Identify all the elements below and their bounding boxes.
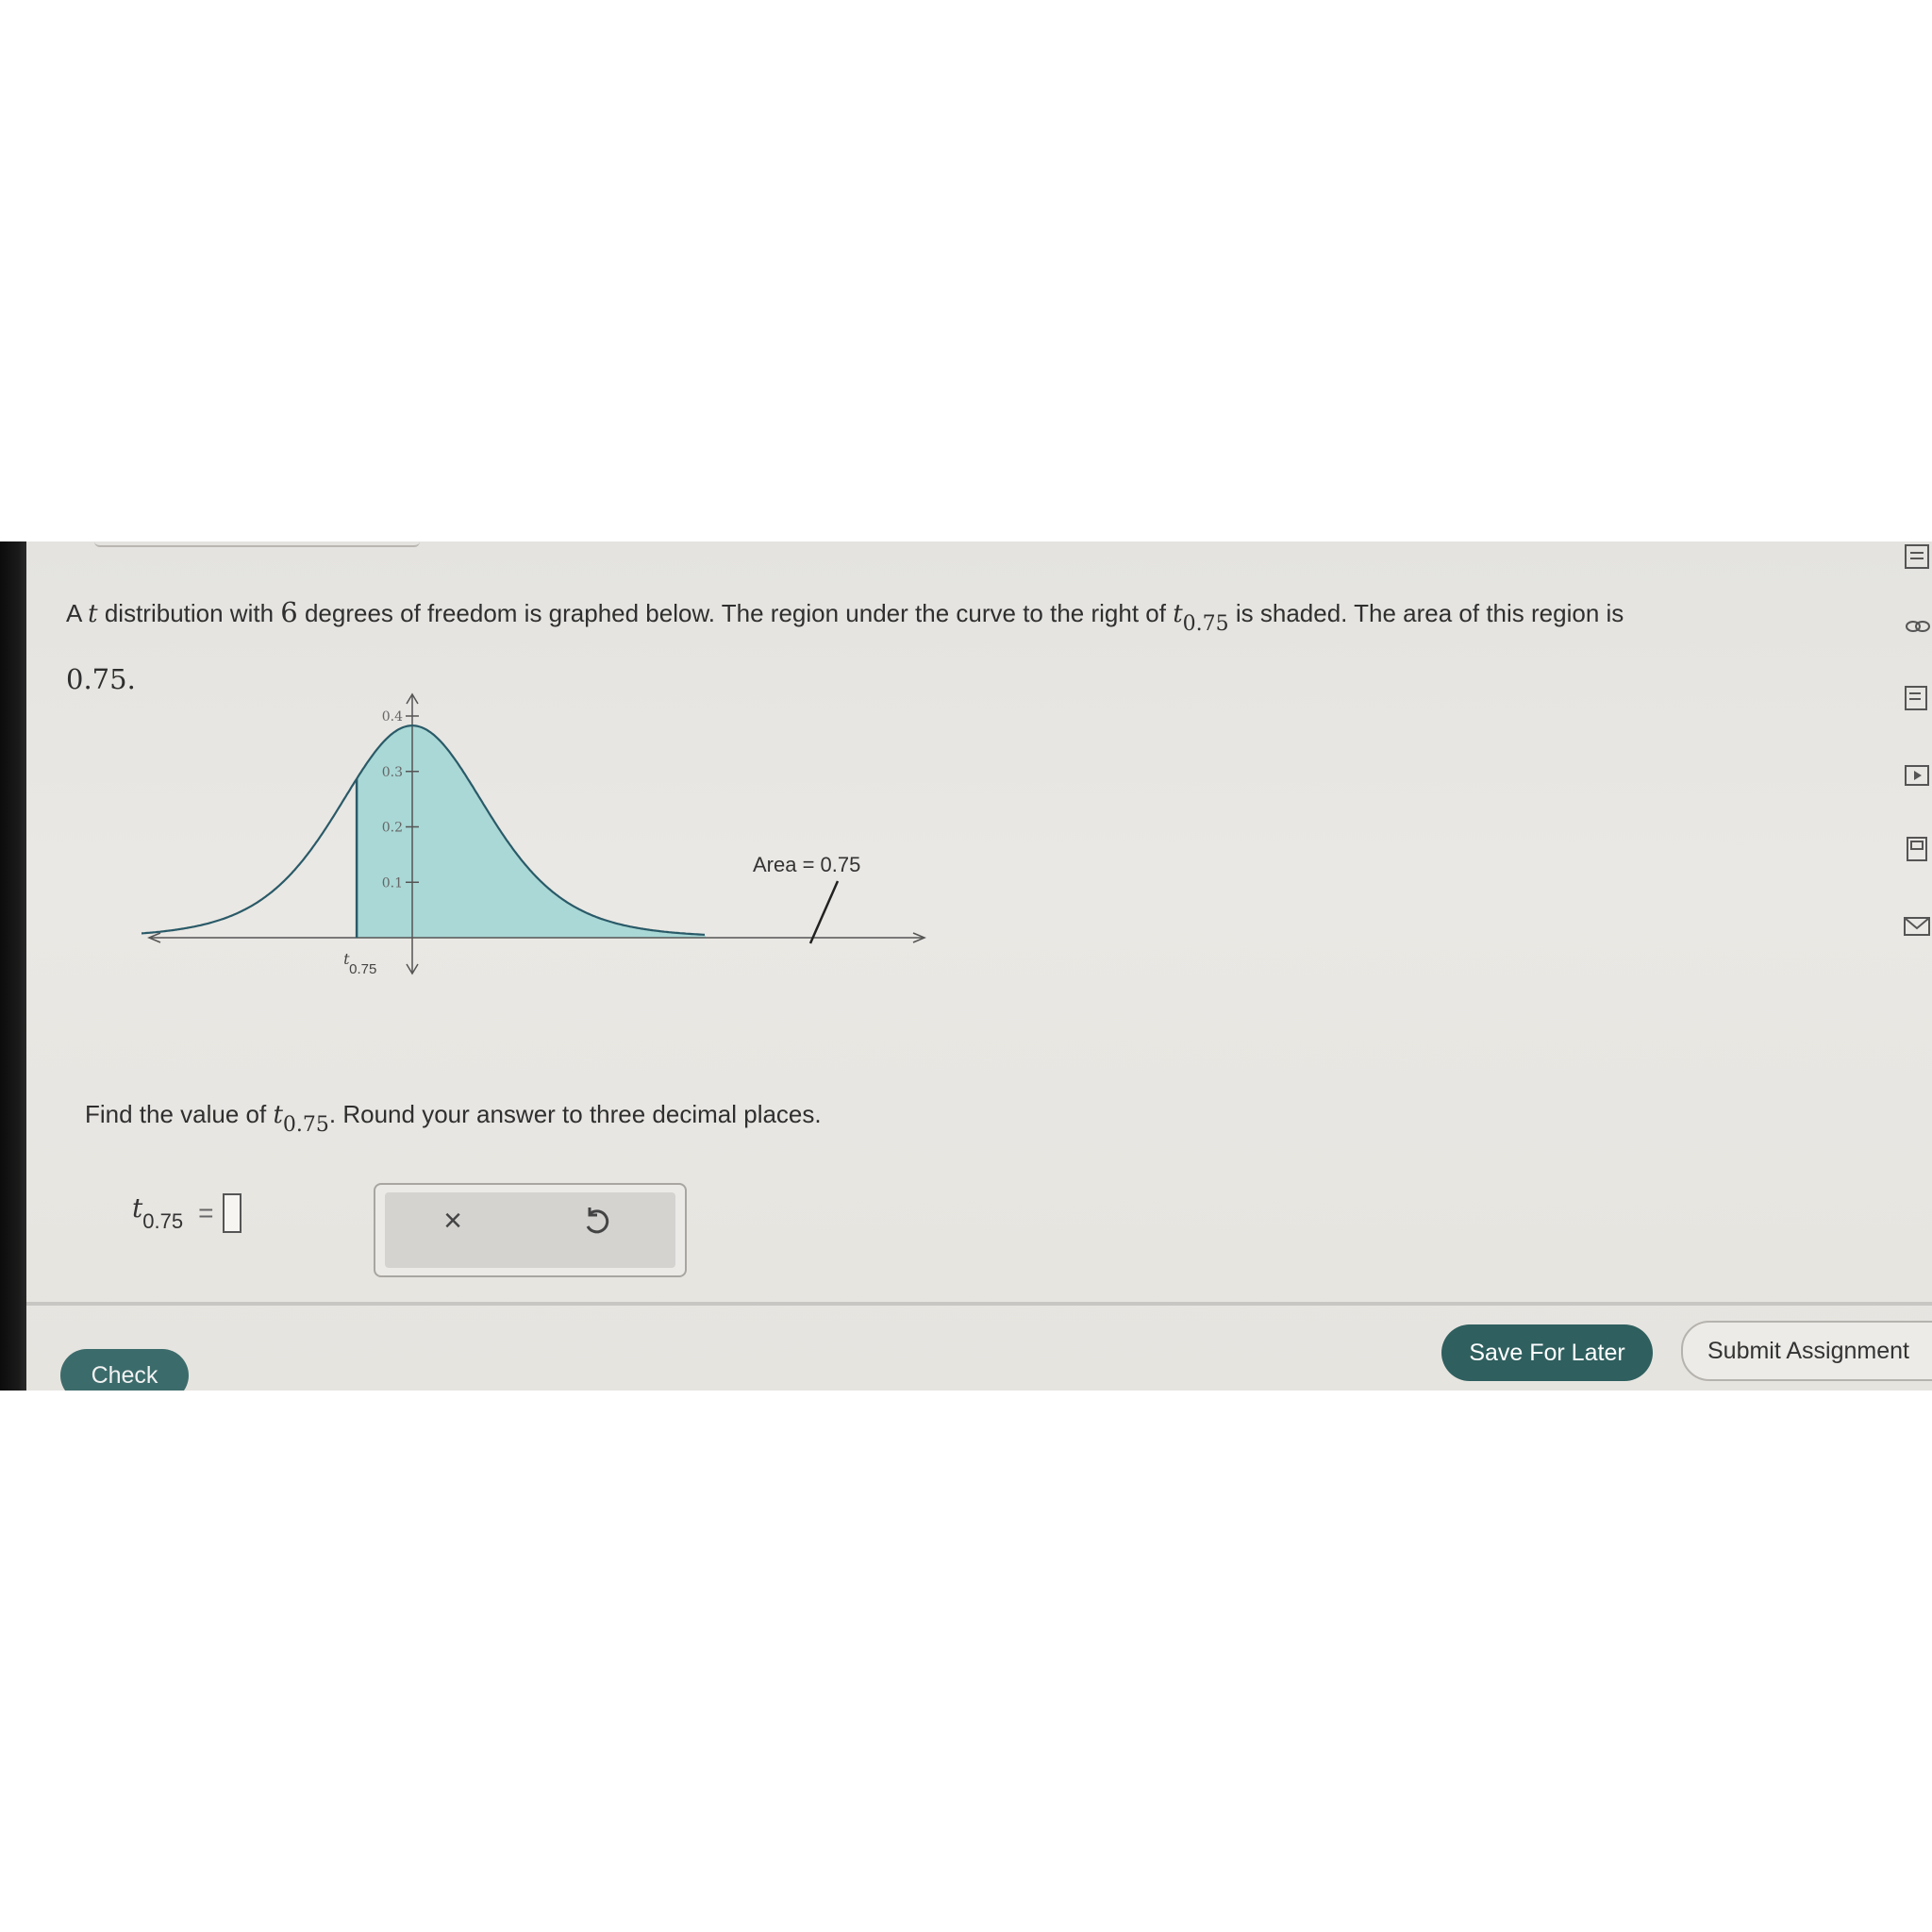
y-tick-label: 0.4 <box>382 709 403 724</box>
y-tick-label: 0.3 <box>382 765 403 780</box>
top-tab-edge <box>94 541 420 547</box>
find-text-part1: Find the value of <box>85 1100 267 1128</box>
save-for-later-button[interactable]: Save For Later <box>1441 1324 1653 1381</box>
find-instruction: Find the value of t0.75. Round your answ… <box>85 1100 822 1137</box>
find-t-symbol: t <box>273 1101 283 1129</box>
check-button[interactable]: Check <box>60 1349 189 1391</box>
y-tick-label: 0.1 <box>382 875 403 891</box>
answer-label: t0.75 <box>132 1192 183 1234</box>
t-label-subscript: 0.75 <box>349 961 376 977</box>
answer-row: t0.75 = <box>132 1192 242 1234</box>
calculator-icon[interactable] <box>1902 541 1932 572</box>
find-text-part2: . Round your answer to three decimal pla… <box>328 1100 822 1128</box>
tools-inner <box>385 1192 675 1268</box>
video-icon[interactable] <box>1902 760 1932 791</box>
sidebar-tools <box>1898 541 1932 975</box>
undo-icon <box>586 1208 609 1234</box>
footer-divider <box>26 1302 1932 1306</box>
monitor-bezel <box>0 541 26 1391</box>
assignment-screen: A t distribution with 6 degrees of freed… <box>0 541 1932 1391</box>
clear-button[interactable]: × <box>434 1202 472 1240</box>
t-symbol: t <box>88 600 98 628</box>
shaded-area <box>357 725 707 938</box>
submit-assignment-button[interactable]: Submit Assignment <box>1681 1321 1932 1381</box>
link-icon[interactable] <box>1902 611 1932 641</box>
undo-button[interactable] <box>577 1202 615 1240</box>
answer-tools-panel: × <box>374 1183 687 1277</box>
notes-icon[interactable] <box>1902 683 1932 713</box>
problem-prefix: A <box>66 599 81 627</box>
y-tick-label: 0.2 <box>382 821 403 836</box>
graph-svg: 0.40.30.20.1t0.75Area = 0.75 <box>142 692 926 977</box>
problem-statement: A t distribution with 6 degrees of freed… <box>66 596 1624 695</box>
area-annotation: Area = 0.75 <box>753 853 860 876</box>
mail-icon[interactable] <box>1902 911 1932 941</box>
answer-t-subscript: 0.75 <box>142 1209 184 1233</box>
t-distribution-graph: 0.4 0.3 0.2 0.1 t 0.75 Area = 0.75 <box>142 692 934 985</box>
find-t-subscript: 0.75 <box>282 1113 329 1137</box>
book-icon[interactable] <box>1902 834 1932 864</box>
annotation-pointer <box>808 880 840 944</box>
problem-text-part3: is shaded. The area of this region is <box>1235 599 1624 627</box>
equals-sign: = <box>198 1198 214 1227</box>
answer-input[interactable] <box>223 1193 242 1233</box>
problem-text-part1: distribution with <box>104 599 275 627</box>
t-subscript: 0.75 <box>1182 612 1229 636</box>
area-value: 0.75. <box>66 663 136 695</box>
answer-t-symbol: t <box>132 1192 143 1224</box>
degrees-of-freedom: 6 <box>280 596 298 628</box>
problem-text-part2: degrees of freedom is graphed below. The… <box>304 599 1166 627</box>
